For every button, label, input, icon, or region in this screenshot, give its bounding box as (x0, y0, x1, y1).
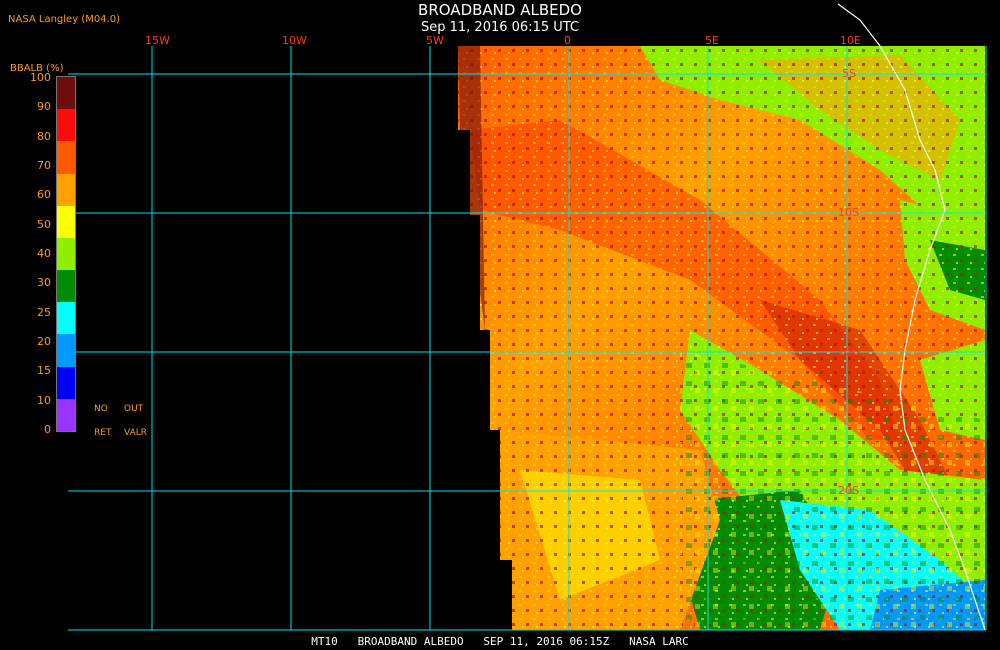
lon-label-5w: 5W (426, 34, 444, 47)
legend-note-ret: RET (94, 428, 112, 438)
colorbar-tick-label: 80 (37, 129, 51, 143)
colorbar-tick-label: 0 (44, 423, 51, 436)
colorbar-tick-label: 25 (37, 305, 51, 319)
lat-label-5s: 5S (842, 67, 856, 80)
legend-note-out: OUT (124, 404, 144, 414)
legend-note-valr: VALR (124, 428, 148, 438)
lat-label-20s: 20S (838, 484, 859, 497)
org-label: NASA Langley (M04.0) (8, 14, 120, 25)
colorbar-segment (57, 398, 75, 431)
colorbar-tick-label: 90 (37, 100, 51, 114)
colorbar-tick-label: 10 (37, 393, 51, 407)
colorbar-tick-label: 60 (37, 188, 51, 202)
colorbar-segment (57, 205, 75, 238)
map-title: BROADBAND ALBEDO (418, 1, 582, 19)
footer-caption: MT10 BROADBAND ALBEDO SEP 11, 2016 06:15… (311, 635, 689, 648)
colorbar-tick-label: 50 (37, 217, 51, 231)
colorbar-tick-label: 100 (30, 71, 51, 84)
colorbar-segment (57, 109, 75, 142)
colorbar-segment (57, 77, 75, 110)
lon-label-0: 0 (564, 34, 571, 47)
albedo-map: 15W 10W 5W 0 5E 10E 5S 10S 15S 20S (68, 3, 987, 631)
colorbar-segment (57, 270, 75, 303)
colorbar-segment (57, 237, 75, 271)
lat-label-15s: 15S (838, 345, 859, 358)
lon-label-5e: 5E (705, 34, 719, 47)
colorbar (56, 76, 76, 432)
lon-label-15w: 15W (145, 34, 170, 47)
legend-note-no: NO (94, 404, 108, 414)
lon-label-10e: 10E (840, 34, 861, 47)
colorbar-tick-label: 70 (37, 159, 51, 172)
colorbar-tick-label: 15 (37, 364, 51, 378)
colorbar-segment (57, 141, 75, 174)
colorbar-tick-label: 30 (37, 276, 51, 290)
colorbar-segment (57, 366, 75, 399)
colorbar-segment (57, 334, 75, 367)
colorbar-segment (57, 173, 75, 206)
colorbar-segment (57, 302, 75, 335)
albedo-data-image (458, 46, 985, 630)
lon-label-10w: 10W (282, 34, 307, 47)
colorbar-tick-label: 20 (37, 335, 51, 348)
map-subtitle: Sep 11, 2016 06:15 UTC (420, 20, 580, 35)
colorbar-tick-label: 40 (37, 247, 51, 260)
lat-label-10s: 10S (838, 206, 859, 219)
